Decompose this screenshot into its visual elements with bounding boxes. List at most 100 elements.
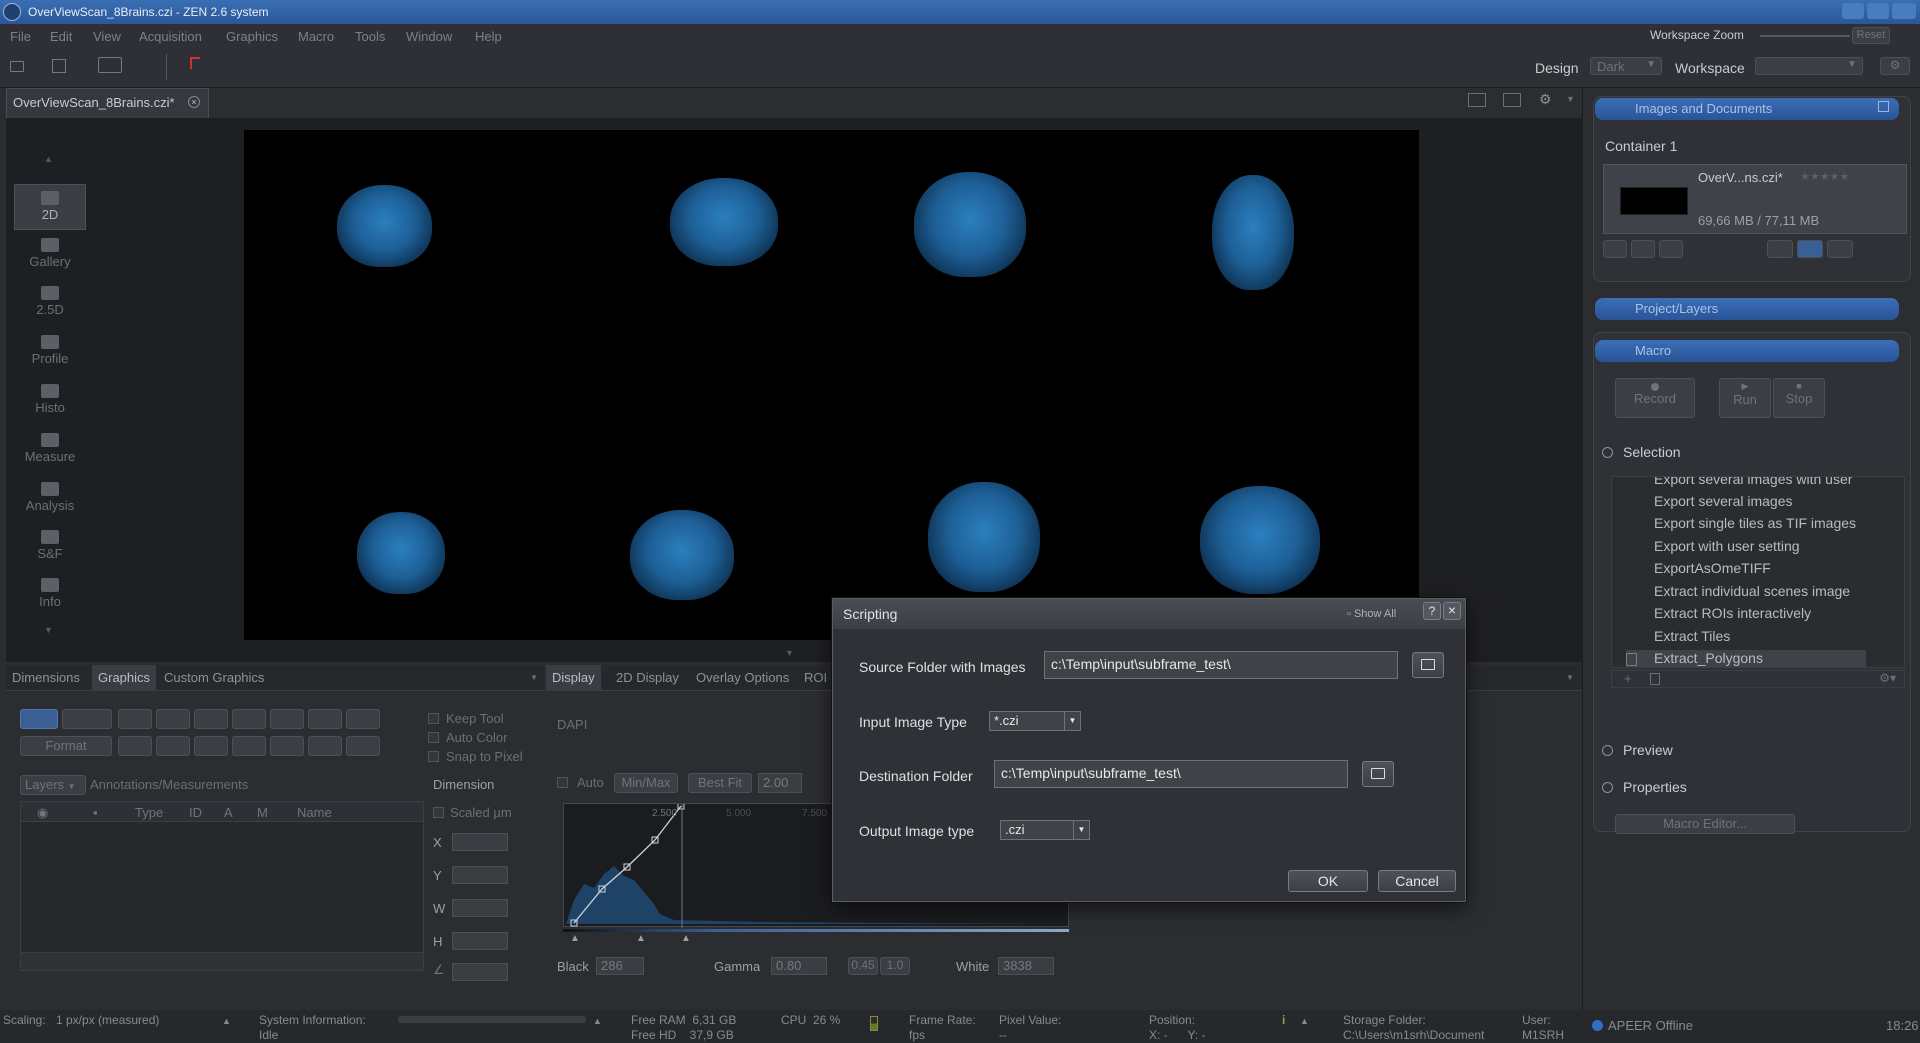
- images-docs-header[interactable]: Images and Documents: [1595, 98, 1899, 120]
- view-mode-histo[interactable]: Histo: [14, 378, 86, 424]
- gamma-field[interactable]: 0.80: [771, 957, 827, 975]
- coord-x-field[interactable]: [452, 833, 508, 851]
- keep-tool-checkbox[interactable]: [428, 713, 439, 724]
- record-button[interactable]: Record: [1615, 378, 1695, 418]
- graphics-tool-row2-3[interactable]: [194, 736, 228, 756]
- close-window-button[interactable]: [1892, 3, 1916, 19]
- flag-icon[interactable]: [190, 57, 200, 69]
- doc-action-2-button[interactable]: [1631, 240, 1655, 258]
- destination-folder-field[interactable]: c:\Temp\input\subframe_test\: [994, 760, 1348, 788]
- macro-header[interactable]: Macro: [1595, 340, 1899, 362]
- list-settings-icon[interactable]: ⚙▾: [1879, 671, 1896, 685]
- maximize-button[interactable]: [1867, 3, 1889, 19]
- gamma-handle-icon[interactable]: ▲: [636, 933, 646, 944]
- view-mode-measure[interactable]: Measure: [14, 427, 86, 473]
- coord-h-field[interactable]: [452, 932, 508, 950]
- graphics-tool-row2-5[interactable]: [270, 736, 304, 756]
- chevron-down-icon[interactable]: ▼: [530, 673, 538, 682]
- document-tab[interactable]: OverViewScan_8Brains.czi* ×: [6, 88, 209, 118]
- view-mode-analysis[interactable]: Analysis: [14, 476, 86, 522]
- format-button[interactable]: Format: [20, 736, 112, 756]
- coord-w-field[interactable]: [452, 899, 508, 917]
- graphics-tool-row2-6[interactable]: [308, 736, 342, 756]
- chevron-down-icon[interactable]: ▼: [1566, 673, 1574, 682]
- snap-to-pixel-checkbox[interactable]: [428, 751, 439, 762]
- layout-icon[interactable]: [98, 57, 122, 73]
- add-macro-button[interactable]: +: [1624, 671, 1632, 686]
- tab-2d-display[interactable]: 2D Display: [610, 665, 685, 691]
- undock-icon[interactable]: [1878, 101, 1889, 112]
- design-select[interactable]: Dark ▼: [1590, 57, 1662, 75]
- stop-button[interactable]: ■ Stop: [1773, 378, 1825, 418]
- view-mode-gallery[interactable]: Gallery: [14, 232, 86, 278]
- graphics-tool-row2-2[interactable]: [156, 736, 190, 756]
- rectangle-tool-button[interactable]: [118, 709, 152, 729]
- list-item-selected[interactable]: Extract_Polygons: [1626, 650, 1866, 667]
- image-canvas[interactable]: [244, 130, 1419, 640]
- info-expand-icon[interactable]: ▲: [1300, 1016, 1309, 1026]
- cancel-button[interactable]: Cancel: [1378, 870, 1456, 892]
- properties-radio-icon[interactable]: [1602, 782, 1613, 793]
- tab-custom-graphics[interactable]: Custom Graphics: [158, 665, 270, 691]
- view-mode-s-and-f[interactable]: S&F: [14, 524, 86, 570]
- view-settings-icon[interactable]: ⚙: [1539, 91, 1552, 108]
- selection-radio-icon[interactable]: [1602, 447, 1613, 458]
- scroll-up-icon[interactable]: ▲: [44, 154, 53, 164]
- project-layers-header[interactable]: Project/Layers: [1595, 298, 1899, 320]
- box-tool-button[interactable]: [270, 709, 304, 729]
- list-item[interactable]: Export single tiles as TIF images: [1654, 515, 1864, 537]
- layers-dropdown[interactable]: Layers ▼: [20, 775, 86, 795]
- run-button[interactable]: ▶ Run: [1719, 378, 1771, 418]
- workspace-zoom-slider[interactable]: [1760, 35, 1850, 37]
- angle-field[interactable]: [452, 963, 508, 981]
- view-mode-info[interactable]: Info: [14, 572, 86, 618]
- menu-edit[interactable]: Edit: [50, 29, 72, 44]
- dialog-close-button[interactable]: ×: [1443, 602, 1461, 620]
- coord-y-field[interactable]: [452, 866, 508, 884]
- menu-acquisition[interactable]: Acquisition: [139, 29, 202, 44]
- menu-window[interactable]: Window: [406, 29, 452, 44]
- gamma-045-button[interactable]: 0.45: [848, 957, 878, 975]
- menu-macro[interactable]: Macro: [298, 29, 334, 44]
- view-mode-2-5d[interactable]: 2.5D: [14, 280, 86, 326]
- tab-roi[interactable]: ROI: [798, 665, 833, 691]
- list-item[interactable]: Export several images: [1654, 493, 1864, 515]
- document-card[interactable]: OverV...ns.czi* ★★★★★ 69,66 MB / 77,11 M…: [1603, 164, 1907, 234]
- list-item[interactable]: Export several images with user: [1654, 477, 1854, 493]
- workspace-select[interactable]: ▼: [1755, 57, 1863, 75]
- info-icon[interactable]: i: [1282, 1013, 1285, 1027]
- delete-macro-button[interactable]: [1650, 673, 1660, 685]
- black-point-handle-icon[interactable]: ▲: [570, 933, 580, 944]
- tile-view-button[interactable]: [1797, 240, 1823, 258]
- dialog-title-bar[interactable]: Scripting ▫ Show All ? ×: [833, 599, 1465, 629]
- minimize-button[interactable]: [1842, 3, 1864, 19]
- preview-radio-icon[interactable]: [1602, 745, 1613, 756]
- doc-action-1-button[interactable]: [1603, 240, 1627, 258]
- white-field[interactable]: 3838: [998, 957, 1054, 975]
- dialog-help-button[interactable]: ?: [1423, 602, 1441, 620]
- save-icon[interactable]: [52, 59, 66, 73]
- source-folder-field[interactable]: c:\Temp\input\subframe_test\: [1044, 651, 1398, 679]
- split-view-icon[interactable]: [1503, 93, 1521, 107]
- list-item[interactable]: Extract individual scenes image: [1654, 583, 1864, 605]
- circle-tool-button[interactable]: [308, 709, 342, 729]
- menu-view[interactable]: View: [93, 29, 121, 44]
- tab-display[interactable]: Display: [546, 665, 601, 691]
- collapse-bottom-icon[interactable]: ▼: [785, 648, 794, 658]
- rating-stars-icon[interactable]: ★★★★★: [1800, 170, 1849, 183]
- grid-view-icon[interactable]: [1468, 93, 1486, 107]
- destination-browse-button[interactable]: [1362, 761, 1394, 787]
- doc-close-button[interactable]: [1659, 240, 1683, 258]
- graphics-tool-row2-4[interactable]: [232, 736, 266, 756]
- view-mode-profile[interactable]: Profile: [14, 329, 86, 375]
- view-mode-2d[interactable]: 2D: [14, 184, 86, 230]
- graphics-tool-row2-7[interactable]: [346, 736, 380, 756]
- list-view-button[interactable]: [1767, 240, 1793, 258]
- white-point-handle-icon[interactable]: ▲: [681, 933, 691, 944]
- tab-dimensions[interactable]: Dimensions: [6, 665, 86, 691]
- bestfit-button[interactable]: Best Fit: [688, 773, 752, 793]
- close-tab-icon[interactable]: ×: [188, 96, 200, 108]
- apeer-status[interactable]: APEER Offline: [1608, 1018, 1693, 1033]
- graphics-tool-button[interactable]: [62, 709, 112, 729]
- workspace-settings-icon[interactable]: ⚙: [1880, 57, 1910, 75]
